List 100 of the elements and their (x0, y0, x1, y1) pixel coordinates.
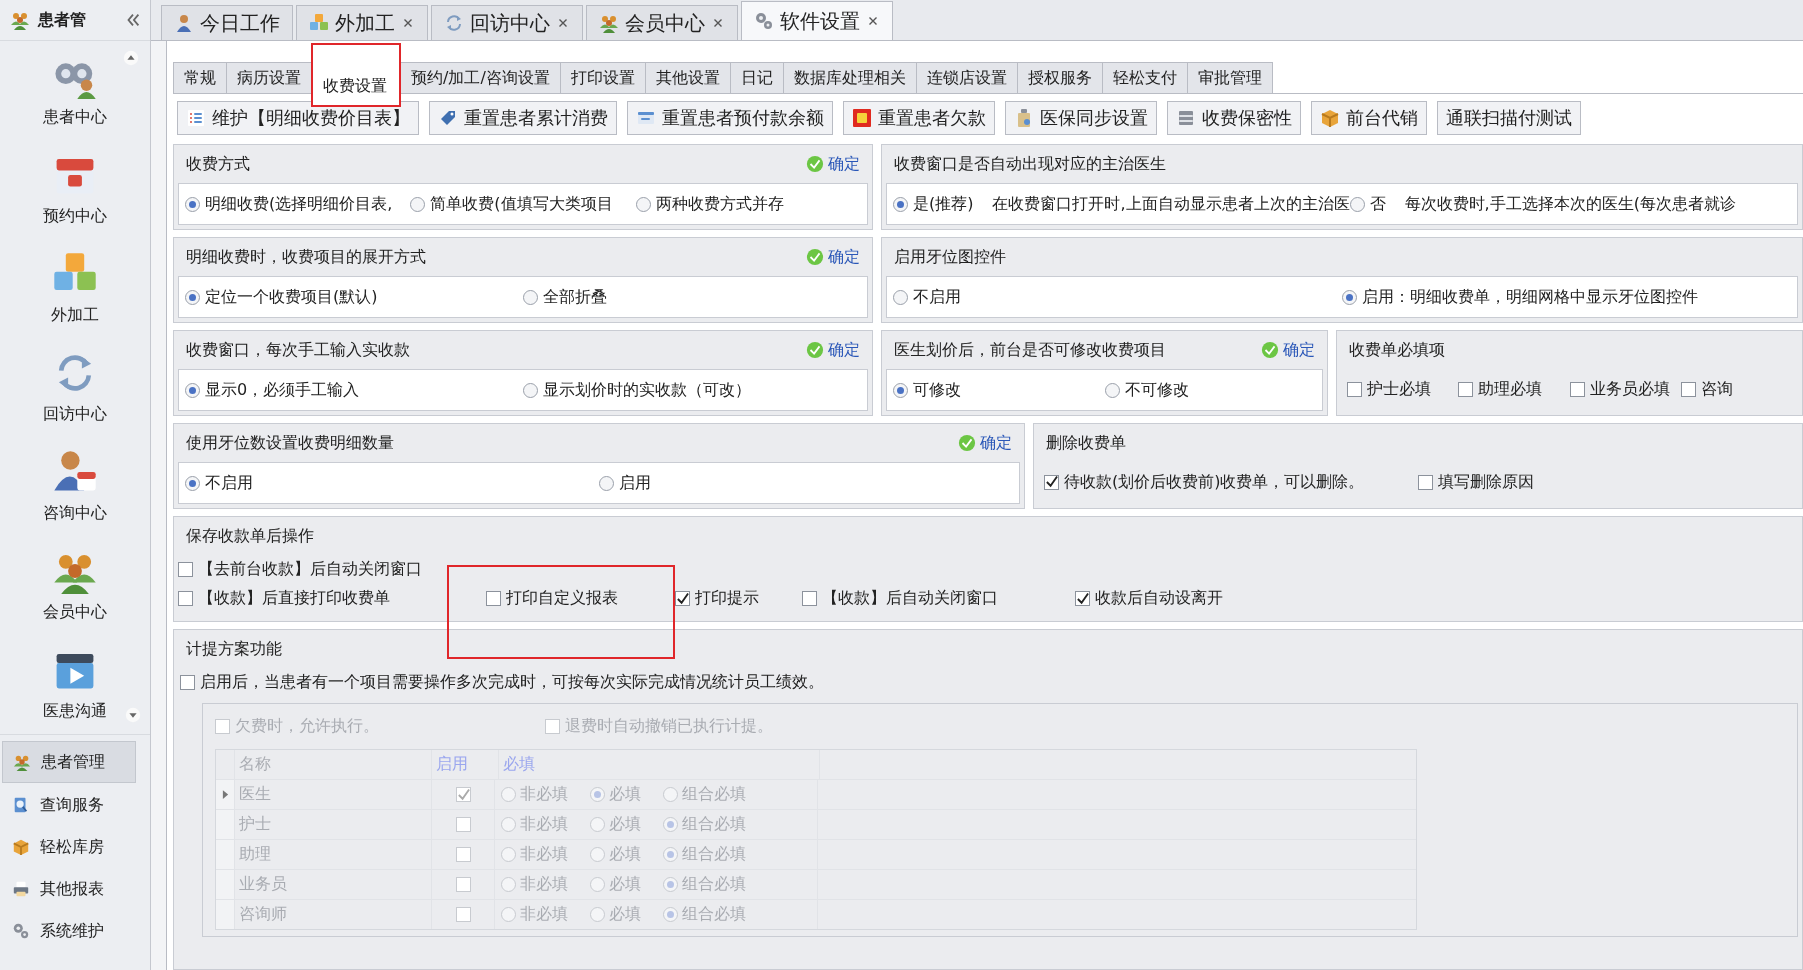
checkbox[interactable] (1347, 381, 1362, 397)
sidebar-item[interactable]: 咨询中心 (0, 437, 150, 536)
table-cell: 医生 (239, 784, 271, 805)
settings-tab[interactable]: 病历设置 (226, 62, 312, 93)
checkbox[interactable] (675, 591, 690, 606)
check-circle-icon (806, 248, 824, 266)
search-icon (12, 796, 30, 814)
box-icon (12, 838, 30, 856)
radio-button[interactable] (893, 382, 908, 398)
toolbar-button[interactable]: 重置患者累计消费 (429, 101, 617, 135)
toolbar-button[interactable]: 重置患者欠款 (843, 101, 995, 135)
document-tab[interactable]: 会员中心 (586, 5, 738, 40)
radio-button[interactable] (1104, 382, 1120, 398)
toolbar-button[interactable]: 前台代销 (1311, 101, 1427, 135)
toolbar-button[interactable]: 重置患者预付款余额 (627, 101, 833, 135)
option-label: 组合必填 (682, 784, 746, 805)
option-label: 非必填 (520, 784, 568, 805)
option-label: 两种收费方式并存 (655, 193, 784, 215)
settings-tab[interactable]: 常规 (173, 62, 227, 93)
sidebar-item[interactable]: 外加工 (0, 239, 150, 338)
option-label: 咨询 (1700, 378, 1733, 400)
checkbox[interactable] (1680, 381, 1696, 397)
option-label: 【收款】后自动关闭窗口 (822, 588, 998, 609)
checkbox[interactable] (486, 591, 501, 606)
radio-button[interactable] (523, 382, 538, 398)
sidebar-item[interactable]: 预约中心 (0, 140, 150, 239)
checkbox[interactable] (178, 591, 193, 606)
option-label: 显示0，必须手工输入 (205, 379, 360, 401)
checkbox[interactable] (1044, 474, 1059, 490)
table-cell: 业务员 (239, 874, 287, 895)
sidebar-title: 患者管 (38, 9, 87, 31)
settings-tab[interactable]: 收费设置 (311, 43, 401, 107)
sidebar-item[interactable]: 回访中心 (0, 338, 150, 437)
refresh-icon (444, 13, 464, 33)
option-label: 必填 (609, 844, 641, 865)
settings-tab[interactable]: 预约/加工/咨询设置 (400, 62, 561, 93)
panel-title: 计提方案功能 (186, 638, 282, 660)
settings-tab[interactable]: 其他设置 (644, 62, 731, 93)
settings-tab[interactable]: 连锁店设置 (915, 62, 1018, 93)
radio-button[interactable] (185, 475, 200, 491)
sidebar-item[interactable]: 患者中心 (0, 41, 150, 140)
nav-item[interactable]: 轻松库房 (2, 827, 136, 867)
toolbar-button[interactable]: 医保同步设置 (1005, 101, 1157, 135)
settings-tab[interactable]: 数据库处理相关 (782, 62, 917, 93)
option-label: 非必填 (520, 844, 568, 865)
checkbox[interactable] (178, 562, 193, 577)
database-icon (1176, 108, 1196, 128)
sidebar-item[interactable]: 会员中心 (0, 536, 150, 635)
radio-button[interactable] (893, 196, 908, 212)
option-label: 显示划价时的实收款（可改） (543, 379, 751, 401)
radio-button[interactable] (1342, 289, 1357, 305)
radio-button[interactable] (599, 475, 614, 491)
option-label: 组合必填 (682, 904, 746, 925)
people-icon (13, 753, 31, 771)
settings-tab[interactable]: 审批管理 (1186, 62, 1273, 93)
document-tab[interactable]: 今日工作 (161, 5, 293, 40)
checkbox[interactable] (802, 591, 817, 606)
option-label: 非必填 (520, 874, 568, 895)
settings-tab[interactable]: 授权服务 (1016, 62, 1103, 93)
toolbar-button[interactable]: 收费保密性 (1167, 101, 1301, 135)
nav-item[interactable]: 其他报表 (2, 869, 136, 909)
confirm-link[interactable]: 确定 (1283, 339, 1315, 361)
settings-tab[interactable]: 日记 (729, 62, 784, 93)
toolbar-button[interactable]: 维护【明细收费价目表】 (177, 101, 419, 135)
checkbox[interactable] (1418, 474, 1433, 490)
option-label: 必填 (609, 904, 641, 925)
option-label: 必填 (609, 874, 641, 895)
confirm-link[interactable]: 确定 (828, 339, 860, 361)
toolbar-button[interactable]: 通联扫描付测试 (1437, 101, 1581, 135)
document-tab[interactable]: 软件设置 (741, 1, 893, 40)
radio-button[interactable] (185, 196, 200, 212)
radio-button[interactable] (893, 289, 908, 305)
check-circle-icon (958, 434, 976, 452)
option-label: 【收款】后直接打印收费单 (198, 588, 390, 609)
checkbox[interactable] (1569, 381, 1585, 397)
settings-tab[interactable]: 轻松支付 (1101, 62, 1188, 93)
settings-tab[interactable]: 打印设置 (559, 62, 646, 93)
document-tab[interactable]: 外加工 (296, 5, 428, 40)
radio-button[interactable] (185, 289, 200, 305)
option-label: 填写删除原因 (1438, 471, 1534, 493)
option-label: 明细收费(选择明细价目表, (205, 193, 393, 215)
nav-item[interactable]: 患者管理 (2, 741, 136, 783)
checkbox[interactable] (1075, 591, 1090, 606)
radio-button[interactable] (410, 196, 426, 212)
document-tab[interactable]: 回访中心 (431, 5, 583, 40)
nav-item[interactable]: 系统维护 (2, 911, 136, 951)
nav-item[interactable]: 查询服务 (2, 785, 136, 825)
radio-button[interactable] (185, 382, 200, 398)
radio-button[interactable] (523, 289, 538, 305)
option-label: 收款后自动设离开 (1095, 588, 1223, 609)
confirm-link[interactable]: 确定 (828, 246, 860, 268)
option-label: 助理必填 (1478, 378, 1543, 400)
radio-button[interactable] (1349, 196, 1365, 212)
confirm-link[interactable]: 确定 (828, 153, 860, 175)
checkbox[interactable] (1458, 381, 1474, 397)
option-label: 打印提示 (695, 588, 759, 609)
confirm-link[interactable]: 确定 (980, 432, 1012, 454)
radio-button[interactable] (635, 196, 651, 212)
check-circle-icon (806, 341, 824, 359)
sidebar-item[interactable]: 医患沟通 (0, 635, 150, 734)
